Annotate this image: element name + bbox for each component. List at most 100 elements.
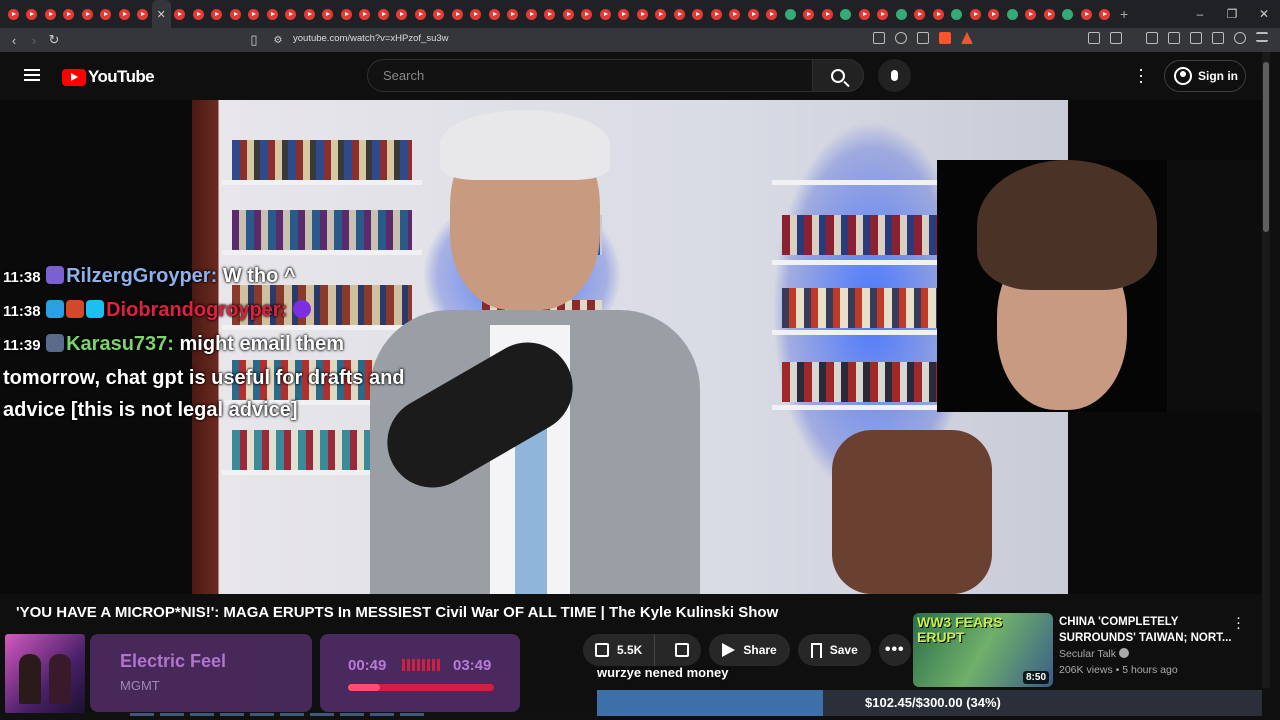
browser-tab[interactable] [485,0,504,28]
browser-tab[interactable] [467,0,486,28]
browser-tab[interactable] [707,0,726,28]
browser-tab[interactable] [633,0,652,28]
browser-tab[interactable] [319,0,338,28]
share-button[interactable]: Share [709,634,790,666]
browser-tab[interactable] [1077,0,1096,28]
browser-tab[interactable] [911,0,930,28]
url-field[interactable]: youtube.com/watch?v=xHPzof_su3w [293,33,449,44]
video-player[interactable]: 11:38 RilzergGroyper: W tho ^ 11:38 Diob… [0,100,1262,594]
browser-tab[interactable] [781,0,800,28]
browser-tab[interactable] [726,0,745,28]
browser-tab[interactable] [1040,0,1059,28]
browser-tab[interactable] [874,0,893,28]
browser-tab[interactable] [115,0,134,28]
zoom-icon[interactable] [895,32,907,44]
settings-kebab-icon[interactable]: · · · [1137,60,1145,90]
scrollbar-thumb[interactable] [1263,62,1269,232]
browser-tab[interactable] [189,0,208,28]
like-button[interactable]: 5.5K [583,634,656,666]
new-tab-button[interactable]: + [1120,6,1128,22]
media-icon[interactable] [1146,32,1158,44]
browser-tab[interactable] [430,0,449,28]
browser-tab[interactable] [245,0,264,28]
browser-tab[interactable] [4,0,23,28]
browser-tab[interactable] [800,0,819,28]
browser-tab[interactable] [171,0,190,28]
browser-tab[interactable] [541,0,560,28]
browser-tab[interactable] [337,0,356,28]
close-tab-icon[interactable]: ✕ [157,8,166,21]
browser-tab[interactable] [929,0,948,28]
browser-tab[interactable] [282,0,301,28]
browser-tab[interactable] [393,0,412,28]
browser-tab[interactable] [837,0,856,28]
save-button[interactable]: Save [797,634,871,666]
browser-tab[interactable] [652,0,671,28]
browser-tab[interactable] [892,0,911,28]
minimize-button[interactable]: – [1184,7,1216,21]
browser-tab[interactable] [374,0,393,28]
dislike-button[interactable] [663,634,701,666]
browser-tab[interactable] [763,0,782,28]
leo-icon[interactable] [1212,32,1224,44]
browser-tab[interactable] [670,0,689,28]
browser-tab[interactable] [1022,0,1041,28]
browser-tab[interactable] [411,0,430,28]
browser-tab[interactable] [1096,0,1115,28]
browser-tab[interactable] [948,0,967,28]
search-input[interactable]: Search [367,59,813,92]
search-button[interactable] [812,59,864,92]
browser-tab[interactable] [208,0,227,28]
browser-tab[interactable] [97,0,116,28]
browser-tab[interactable] [41,0,60,28]
reload-icon[interactable]: ↻ [44,32,64,48]
sidebar-icon[interactable] [1110,32,1122,44]
reader-icon[interactable] [1168,32,1180,44]
extensions-icon[interactable] [1088,32,1100,44]
recommended-title[interactable]: CHINA 'COMPLETELY SURROUNDS' TAIWAN; NOR… [1059,614,1234,646]
browser-tab[interactable] [78,0,97,28]
browser-tab[interactable] [448,0,467,28]
browser-tab[interactable] [1059,0,1078,28]
browser-tab[interactable] [356,0,375,28]
browser-tab[interactable] [596,0,615,28]
forward-icon[interactable]: › [24,33,44,48]
youtube-logo[interactable]: YouTube [62,67,155,87]
browser-tab[interactable] [134,0,153,28]
browser-tab[interactable] [744,0,763,28]
browser-tab[interactable] [985,0,1004,28]
install-icon[interactable] [873,32,885,44]
browser-tab[interactable] [818,0,837,28]
browser-tab[interactable] [615,0,634,28]
brave-shield-icon[interactable] [939,32,951,44]
close-window-button[interactable]: ✕ [1248,7,1280,21]
voice-search-icon[interactable] [878,59,911,92]
more-actions-button[interactable]: ••• [878,634,911,666]
browser-tab[interactable] [226,0,245,28]
browser-tab[interactable] [263,0,282,28]
browser-tab[interactable] [23,0,42,28]
vpn-icon[interactable] [1234,32,1246,44]
browser-tab[interactable] [522,0,541,28]
sign-in-button[interactable]: Sign in [1164,60,1246,92]
browser-tab[interactable] [689,0,708,28]
maximize-button[interactable]: ❐ [1216,7,1248,21]
recommended-menu-icon[interactable]: · · · [1236,610,1242,635]
rewards-icon[interactable] [961,32,973,44]
browser-tab[interactable] [1003,0,1022,28]
page-scrollbar[interactable] [1262,52,1270,688]
back-icon[interactable]: ‹ [4,33,24,48]
bookmark-icon[interactable]: ▯ [244,32,264,48]
share-page-icon[interactable] [917,32,929,44]
browser-tab[interactable]: ✕ [152,0,171,28]
browser-tab[interactable] [559,0,578,28]
recommended-channel[interactable]: Secular Talk [1059,648,1130,660]
browser-tab[interactable] [300,0,319,28]
browser-tab[interactable] [855,0,874,28]
browser-tab[interactable] [578,0,597,28]
menu-icon[interactable] [1256,32,1268,42]
browser-tab[interactable] [504,0,523,28]
recommended-thumbnail[interactable]: WW3 FEARS ERUPT 8:50 [913,613,1053,687]
browser-tab[interactable] [60,0,79,28]
hamburger-menu-icon[interactable] [24,69,40,81]
